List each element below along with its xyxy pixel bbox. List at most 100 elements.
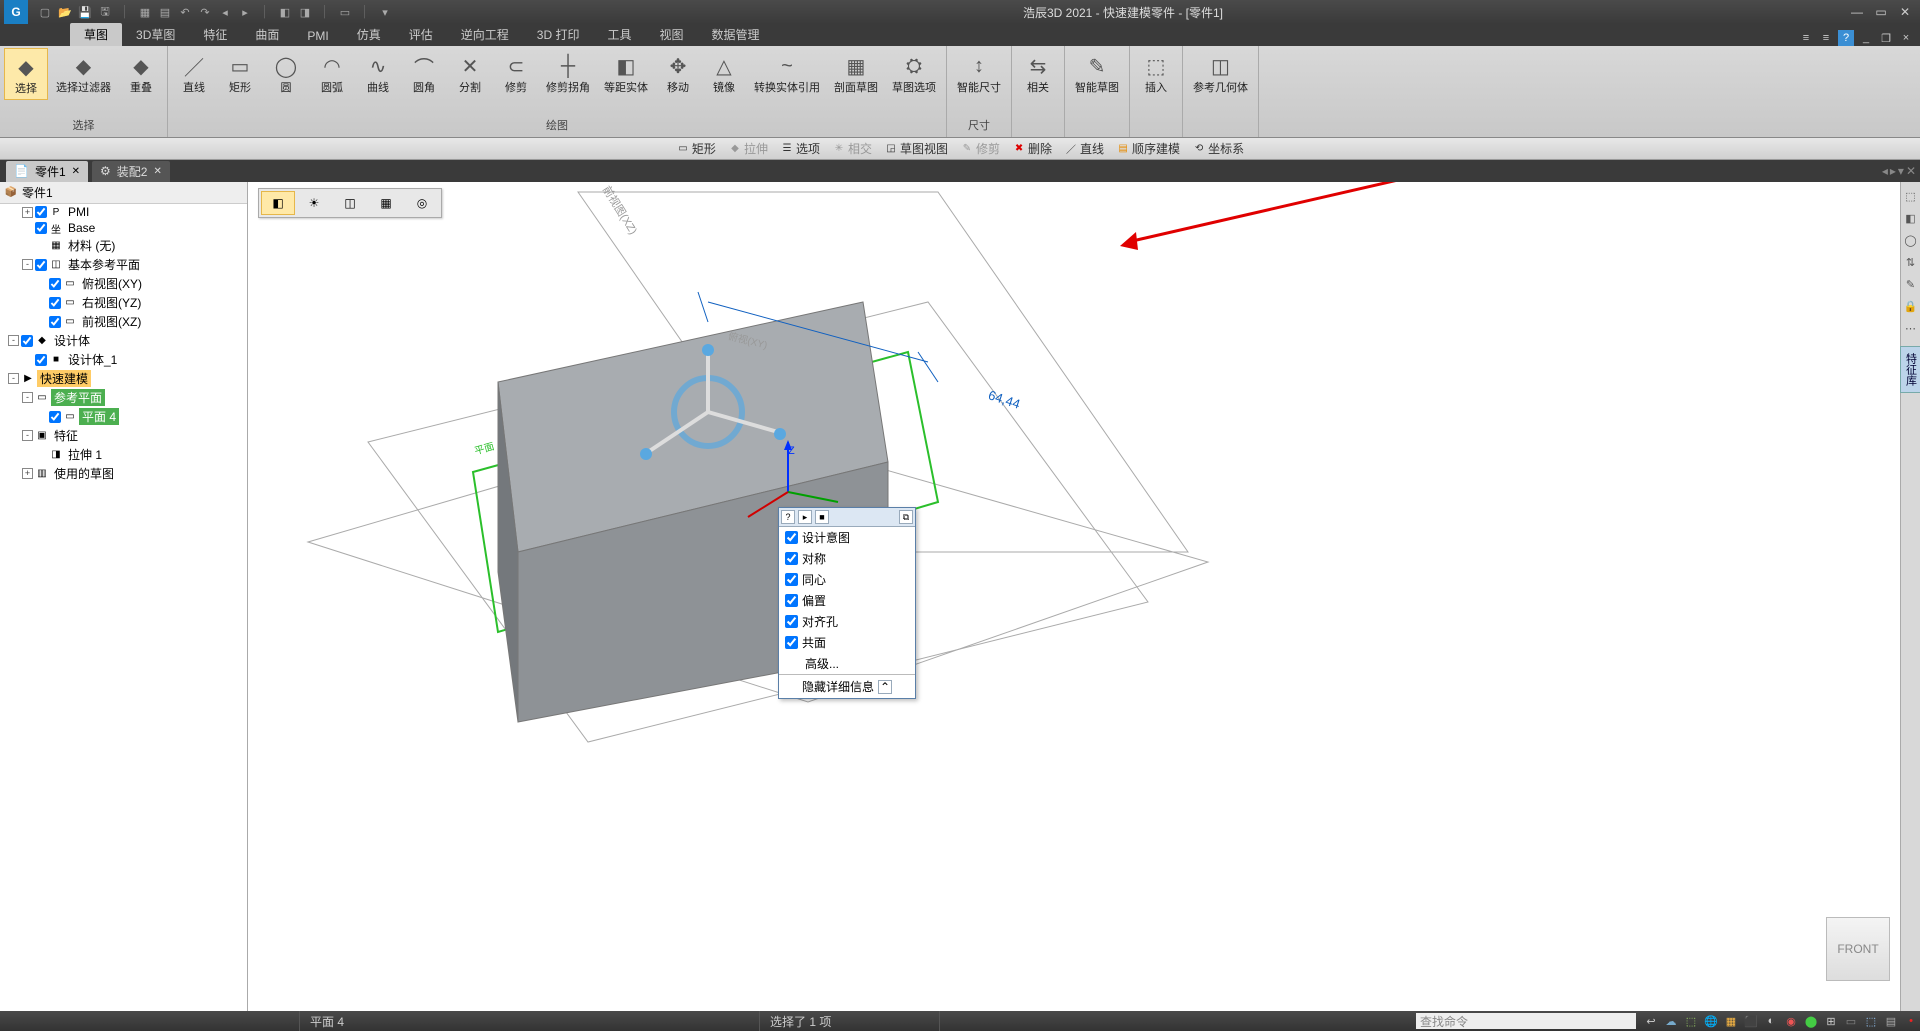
tree-item[interactable]: -▶快速建模 bbox=[0, 369, 247, 388]
document-tab[interactable]: 📄零件1✕ bbox=[6, 161, 88, 182]
popup-option-checkbox[interactable] bbox=[785, 615, 798, 628]
tree-item[interactable]: ▭右视图(YZ) bbox=[0, 293, 247, 312]
qat-prev-icon[interactable]: ◂ bbox=[216, 3, 234, 21]
ribbon-tab[interactable]: 3D草图 bbox=[122, 23, 189, 46]
status-icon[interactable]: ⬛ bbox=[1742, 1013, 1760, 1029]
status-icon[interactable]: ◉ bbox=[1782, 1013, 1800, 1029]
tree-visibility-checkbox[interactable] bbox=[35, 222, 47, 234]
tree-item[interactable]: 坐Base bbox=[0, 220, 247, 236]
status-icon[interactable]: ☁ bbox=[1662, 1013, 1680, 1029]
minimize-button[interactable]: — bbox=[1848, 5, 1866, 19]
popup-option-checkbox[interactable] bbox=[785, 552, 798, 565]
qat-more-icon[interactable]: ▾ bbox=[376, 3, 394, 21]
ribbon-tab[interactable]: 评估 bbox=[395, 23, 447, 46]
tree-item[interactable]: ▦材料 (无) bbox=[0, 236, 247, 255]
context-item[interactable]: ☰选项 bbox=[776, 140, 824, 157]
tree-item[interactable]: +▥使用的草图 bbox=[0, 464, 247, 483]
help-icon[interactable]: ? bbox=[1838, 30, 1854, 46]
popup-head-icon[interactable]: ▸ bbox=[798, 510, 812, 524]
ribbon-tab[interactable]: 仿真 bbox=[343, 23, 395, 46]
ribbon-button[interactable]: ┼修剪拐角 bbox=[540, 48, 596, 98]
popup-head-icon[interactable]: ■ bbox=[815, 510, 829, 524]
qat-next-icon[interactable]: ▸ bbox=[236, 3, 254, 21]
ribbon-tab[interactable]: 特征 bbox=[189, 23, 241, 46]
feature-library-tab[interactable]: 特征库 bbox=[1900, 346, 1920, 393]
ribbon-button[interactable]: ⌒圆角 bbox=[402, 48, 446, 98]
context-item[interactable]: ◲草图视图 bbox=[880, 140, 952, 157]
popup-hide-details-button[interactable]: 隐藏详细信息 ⌃ bbox=[779, 674, 915, 698]
right-rail-icon[interactable]: ◯ bbox=[1903, 232, 1919, 248]
status-icon[interactable]: • bbox=[1902, 1013, 1920, 1029]
popup-option-row[interactable]: 对齐孔 bbox=[779, 611, 915, 632]
right-rail-icon[interactable]: ⬚ bbox=[1903, 188, 1919, 204]
status-icon[interactable]: ▭ bbox=[1842, 1013, 1860, 1029]
tree-expand-icon[interactable]: - bbox=[22, 392, 33, 403]
ribbon-button[interactable]: ◧等距实体 bbox=[598, 48, 654, 98]
ribbon-button[interactable]: ◆选择 bbox=[4, 48, 48, 100]
context-item[interactable]: ▤顺序建模 bbox=[1112, 140, 1184, 157]
doctab-next-icon[interactable]: ▸ bbox=[1890, 164, 1896, 178]
context-item[interactable]: ／直线 bbox=[1060, 140, 1108, 157]
qat-grid-icon[interactable]: ▤ bbox=[156, 3, 174, 21]
popup-option-row[interactable]: 共面 bbox=[779, 632, 915, 653]
ribbon-button[interactable]: △镜像 bbox=[702, 48, 746, 98]
tree-item[interactable]: ▭前视图(XZ) bbox=[0, 312, 247, 331]
ribbon-opt1-icon[interactable]: ≡ bbox=[1798, 30, 1814, 46]
status-icon[interactable]: ◐ bbox=[1762, 1013, 1780, 1029]
ribbon-tab[interactable]: 逆向工程 bbox=[447, 23, 523, 46]
ribbon-button[interactable]: ／直线 bbox=[172, 48, 216, 98]
tree-item[interactable]: -▣特征 bbox=[0, 426, 247, 445]
ribbon-button[interactable]: ▭矩形 bbox=[218, 48, 262, 98]
status-icon[interactable]: ▤ bbox=[1882, 1013, 1900, 1029]
ribbon-tab[interactable]: 数据管理 bbox=[698, 23, 774, 46]
status-icon[interactable]: ▦ bbox=[1722, 1013, 1740, 1029]
qat-redo-icon[interactable]: ↷ bbox=[196, 3, 214, 21]
popup-option-checkbox[interactable] bbox=[785, 531, 798, 544]
tree-item[interactable]: ▭平面 4 bbox=[0, 407, 247, 426]
qat-open-icon[interactable]: 📂 bbox=[56, 3, 74, 21]
popup-option-checkbox[interactable] bbox=[785, 594, 798, 607]
doctab-menu-icon[interactable]: ▾ bbox=[1898, 164, 1904, 178]
tree-visibility-checkbox[interactable] bbox=[49, 297, 61, 309]
tree-visibility-checkbox[interactable] bbox=[49, 278, 61, 290]
tree-item[interactable]: +PPMI bbox=[0, 204, 247, 220]
tree-visibility-checkbox[interactable] bbox=[35, 354, 47, 366]
tree-item[interactable]: -▭参考平面 bbox=[0, 388, 247, 407]
tree-visibility-checkbox[interactable] bbox=[21, 335, 33, 347]
ribbon-button[interactable]: ✕分割 bbox=[448, 48, 492, 98]
maximize-button[interactable]: ▭ bbox=[1872, 5, 1890, 19]
context-item[interactable]: ▭矩形 bbox=[672, 140, 720, 157]
right-rail-icon[interactable]: 🔒 bbox=[1903, 298, 1919, 314]
qat-obj2-icon[interactable]: ◨ bbox=[296, 3, 314, 21]
ribbon-button[interactable]: ◆重叠 bbox=[119, 48, 163, 100]
ribbon-button[interactable]: ◆选择过滤器 bbox=[50, 48, 117, 100]
qat-save-icon[interactable]: 💾 bbox=[76, 3, 94, 21]
ribbon-tab[interactable]: 3D 打印 bbox=[523, 23, 594, 46]
popup-option-row[interactable]: 对称 bbox=[779, 548, 915, 569]
ribbon-button[interactable]: ⛭草图选项 bbox=[886, 48, 942, 98]
ribbon-button[interactable]: ⇆相关 bbox=[1016, 48, 1060, 98]
ribbon-button[interactable]: ↕智能尺寸 bbox=[951, 48, 1007, 98]
popup-option-checkbox[interactable] bbox=[785, 573, 798, 586]
qat-tbl-icon[interactable]: ▦ bbox=[136, 3, 154, 21]
context-item[interactable]: ⟲坐标系 bbox=[1188, 140, 1248, 157]
tree-expand-icon[interactable]: + bbox=[22, 468, 33, 479]
popup-option-row[interactable]: 设计意图 bbox=[779, 527, 915, 548]
tree-item[interactable]: ▭俯视图(XY) bbox=[0, 274, 247, 293]
qat-undo-icon[interactable]: ↶ bbox=[176, 3, 194, 21]
status-icon[interactable]: ⬚ bbox=[1862, 1013, 1880, 1029]
tree-expand-icon[interactable]: - bbox=[22, 430, 33, 441]
tree-item[interactable]: -◫基本参考平面 bbox=[0, 255, 247, 274]
command-search-input[interactable]: 查找命令 bbox=[1416, 1013, 1636, 1029]
context-item[interactable]: ✖删除 bbox=[1008, 140, 1056, 157]
tree-expand-icon[interactable]: - bbox=[22, 259, 33, 270]
ribbon-button[interactable]: ◠圆弧 bbox=[310, 48, 354, 98]
popup-pin-icon[interactable]: ⧉ bbox=[899, 510, 913, 524]
ribbon-button[interactable]: ⬚插入 bbox=[1134, 48, 1178, 98]
doc-tab-close-icon[interactable]: ✕ bbox=[72, 166, 80, 177]
ribbon-button[interactable]: ✥移动 bbox=[656, 48, 700, 98]
viewport-3d[interactable]: ◧ ☀ ◫ ▦ ◎ bbox=[248, 182, 1920, 1011]
qat-new-icon[interactable]: ▢ bbox=[36, 3, 54, 21]
tree-item[interactable]: -◆设计体 bbox=[0, 331, 247, 350]
ribbon-opt2-icon[interactable]: ≡ bbox=[1818, 30, 1834, 46]
